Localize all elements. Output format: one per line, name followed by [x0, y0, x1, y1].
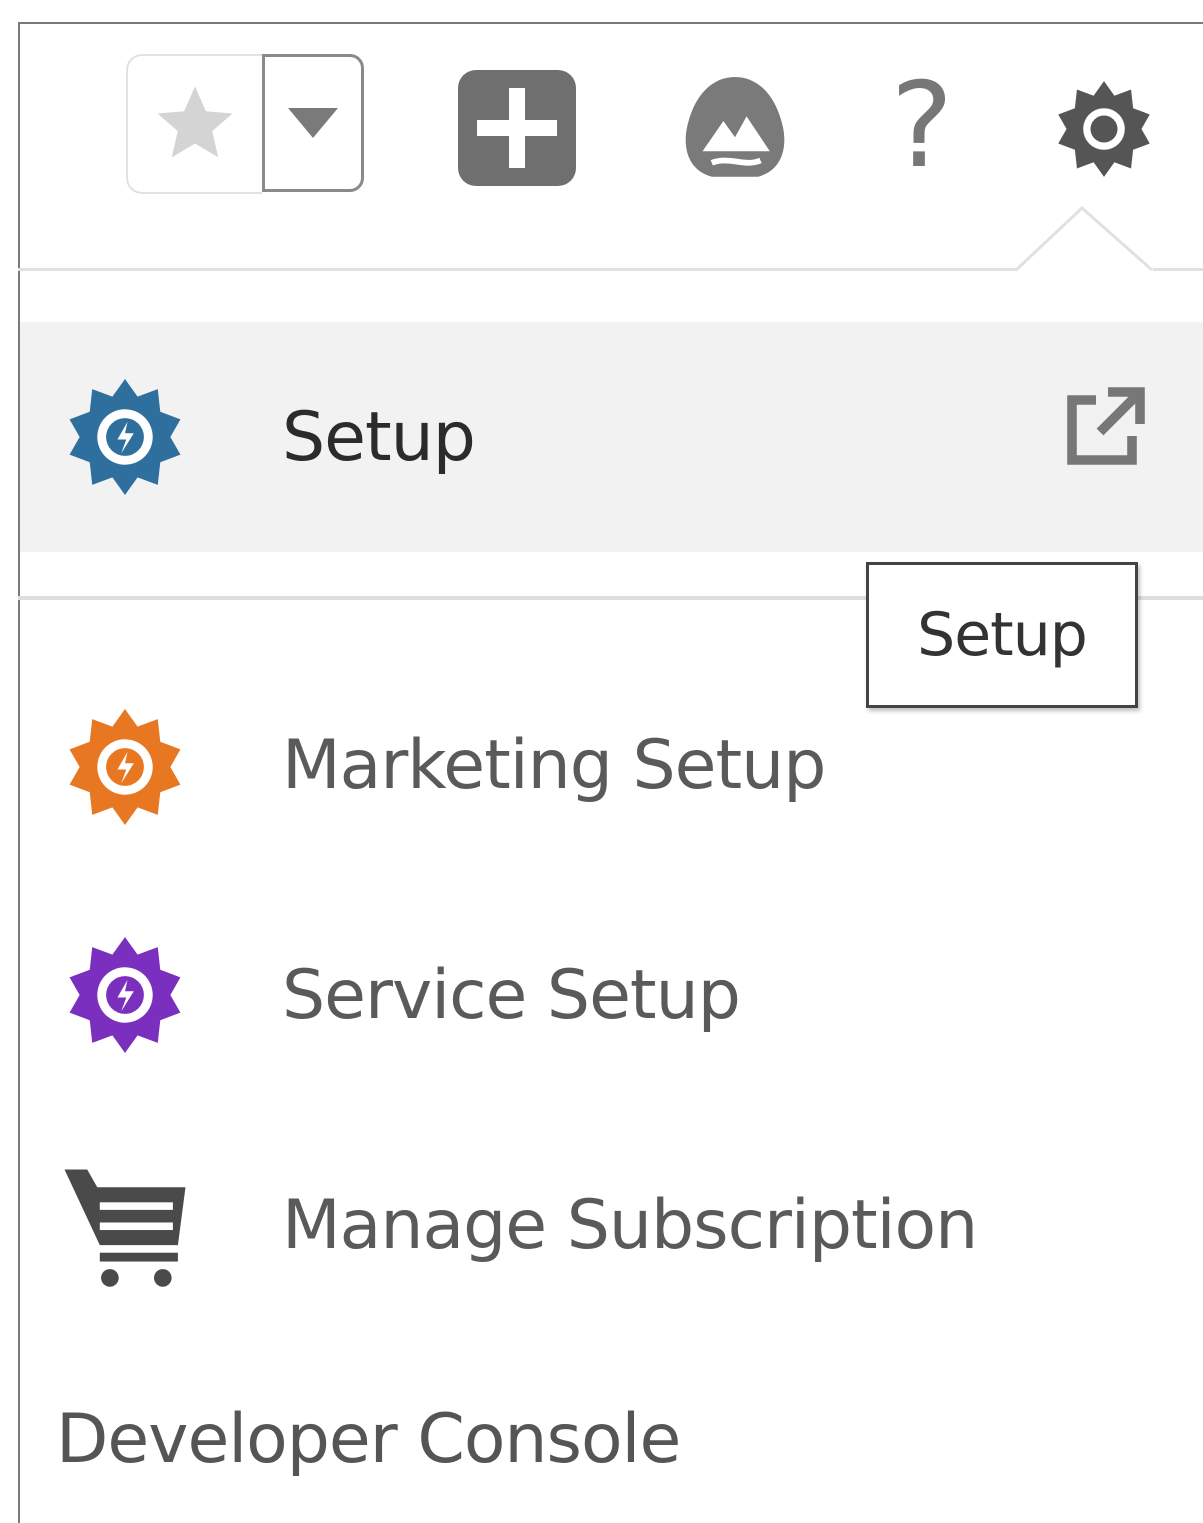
menu-item-label: Setup [282, 397, 476, 477]
cart-icon [64, 1169, 186, 1287]
menu-item-setup[interactable]: Setup [20, 322, 1203, 552]
menu-item-manage-subscription[interactable]: Manage Subscription [20, 1110, 1203, 1340]
help-button[interactable]: ? [872, 60, 972, 190]
global-actions-button[interactable] [458, 70, 576, 186]
setup-menu-button[interactable] [1052, 72, 1156, 186]
service-setup-gear-icon [69, 937, 181, 1053]
star-icon [157, 86, 233, 158]
favorites-group [126, 54, 364, 194]
developer-console-link[interactable]: Developer Console [56, 1400, 681, 1479]
new-window-icon[interactable] [1056, 380, 1152, 476]
chevron-down-icon [288, 108, 338, 138]
favorites-button[interactable] [126, 54, 262, 194]
header-divider [18, 268, 1018, 271]
setup-gear-icon [69, 379, 181, 495]
menu-item-label: Manage Subscription [282, 1185, 978, 1265]
marketing-setup-gear-icon [69, 709, 181, 825]
plus-icon [477, 88, 557, 168]
gear-icon [1058, 81, 1150, 177]
menu-item-service-setup[interactable]: Service Setup [20, 880, 1203, 1110]
menu-item-label: Service Setup [282, 955, 741, 1035]
guidance-center-button[interactable] [676, 70, 794, 186]
menu-caret [1016, 205, 1153, 272]
favorites-dropdown-button[interactable] [262, 54, 364, 192]
menu-item-label: Marketing Setup [282, 725, 826, 805]
setup-tooltip: Setup [866, 562, 1138, 708]
trailhead-icon [685, 76, 785, 177]
tooltip-text: Setup [917, 600, 1088, 670]
header-divider-right [1153, 268, 1203, 271]
help-icon: ? [890, 56, 954, 194]
